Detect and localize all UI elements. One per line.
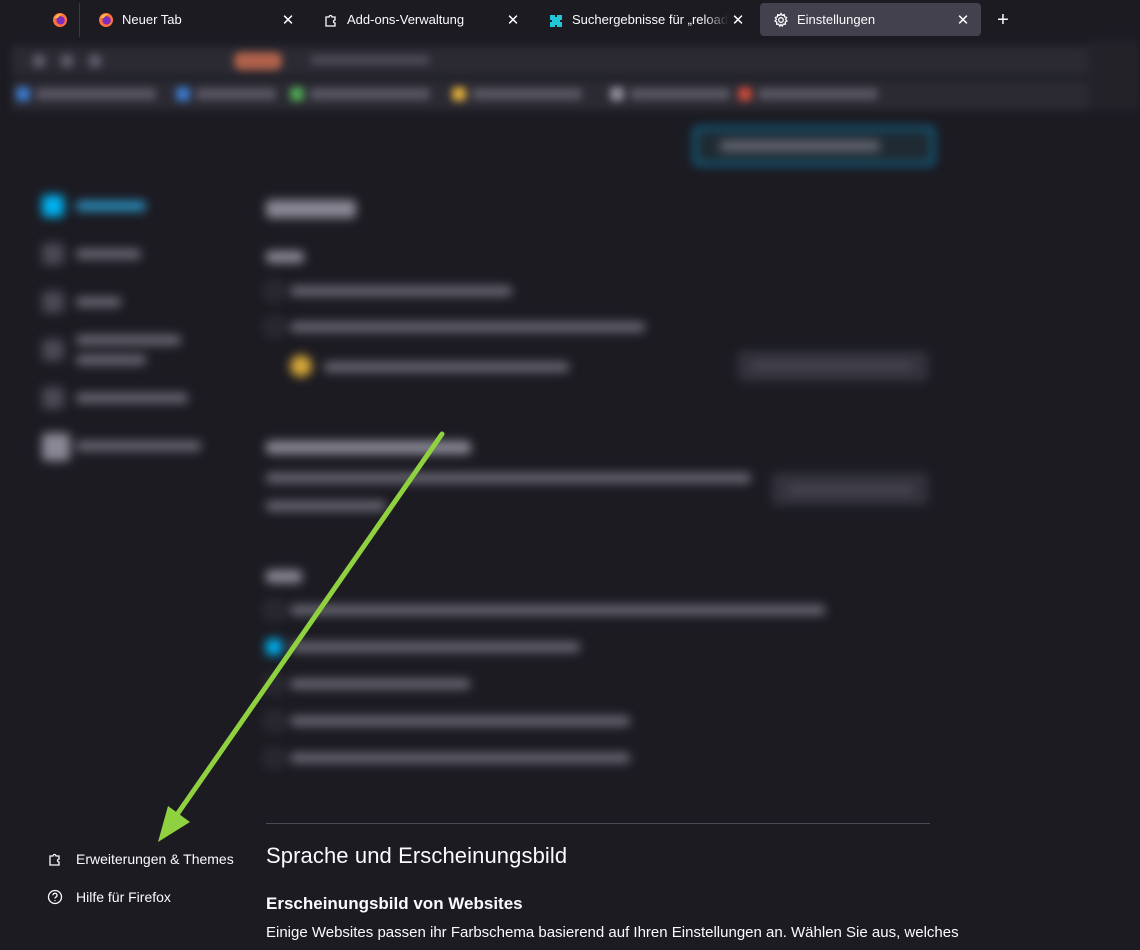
firefox-icon bbox=[98, 12, 114, 28]
sidebar-extensions-themes-link[interactable]: Erweiterungen & Themes bbox=[46, 850, 234, 868]
puzzle-icon bbox=[46, 850, 64, 868]
section-title: Sprache und Erscheinungsbild bbox=[266, 843, 568, 868]
plus-icon: + bbox=[997, 8, 1009, 31]
close-icon[interactable]: ✕ bbox=[278, 10, 298, 30]
tab-einstellungen[interactable]: Einstellungen ✕ bbox=[760, 3, 981, 36]
tab-title: Add-ons-Verwaltung bbox=[347, 12, 465, 27]
gear-icon bbox=[773, 11, 789, 28]
sidebar-help-link[interactable]: Hilfe für Firefox bbox=[46, 888, 171, 906]
puzzle-icon bbox=[323, 12, 339, 28]
tab-title: Einstellungen bbox=[797, 12, 876, 27]
firefox-view-button[interactable] bbox=[40, 3, 80, 37]
tab-neuer-tab[interactable]: Neuer Tab ✕ bbox=[85, 3, 306, 36]
subsection-title: Erscheinungsbild von Websites bbox=[266, 894, 523, 913]
close-icon[interactable]: ✕ bbox=[953, 10, 973, 30]
tab-strip: Neuer Tab ✕ Add-ons-Verwaltung ✕ Sucherg… bbox=[0, 0, 1140, 40]
addons-icon bbox=[548, 12, 564, 28]
close-icon[interactable]: ✕ bbox=[503, 10, 523, 30]
extensions-themes-label: Erweiterungen & Themes bbox=[76, 851, 234, 867]
close-icon[interactable]: ✕ bbox=[728, 10, 748, 30]
firefox-icon bbox=[52, 13, 67, 27]
help-label: Hilfe für Firefox bbox=[76, 889, 171, 905]
tab-add-ons-verwaltung[interactable]: Add-ons-Verwaltung ✕ bbox=[310, 3, 531, 36]
tab-title: Neuer Tab bbox=[122, 12, 182, 27]
help-icon bbox=[46, 888, 64, 906]
tab-suchergebnisse[interactable]: Suchergebnisse für „reloader“ – Add-ons … bbox=[535, 3, 756, 36]
bookmarks-toolbar bbox=[12, 80, 1088, 110]
tab-title: Suchergebnisse für „reloader“ – Add-ons … bbox=[572, 12, 728, 27]
blurred-settings-content bbox=[0, 115, 1140, 815]
new-tab-button[interactable]: + bbox=[990, 7, 1016, 33]
section-divider bbox=[266, 823, 930, 824]
navigation-bar bbox=[12, 46, 1088, 76]
section-description: Einige Websites passen ihr Farbschema ba… bbox=[266, 924, 959, 941]
